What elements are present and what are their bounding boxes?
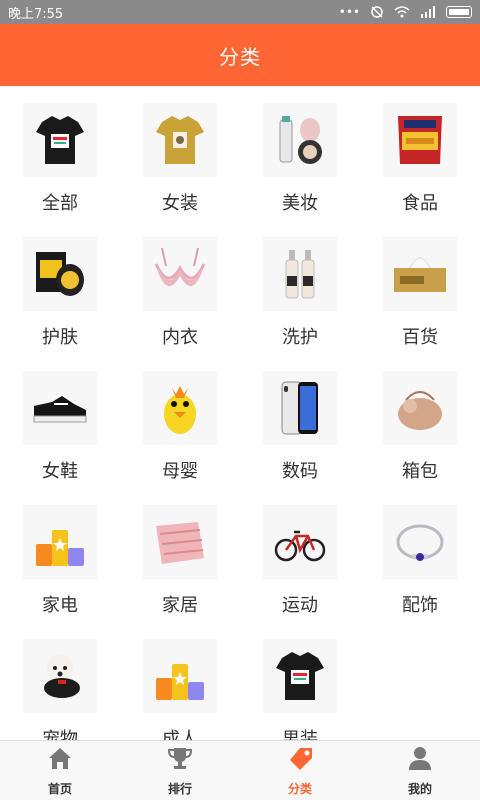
more-dots-icon: ••• — [338, 5, 360, 19]
status-bar: 晚上7:55 ••• — [0, 0, 480, 24]
comforter-icon — [143, 505, 217, 579]
tab-tag[interactable]: 分类 — [240, 741, 360, 800]
duck-bottle-icon — [143, 371, 217, 445]
category-label: 全部 — [42, 193, 78, 214]
category-item[interactable]: 宠物 — [0, 622, 120, 740]
tab-home[interactable]: 首页 — [0, 741, 120, 800]
tshirt-black-icon — [23, 103, 97, 177]
tab-label: 排行 — [167, 782, 192, 796]
smartphone-icon — [263, 371, 337, 445]
status-icons: ••• — [339, 5, 472, 19]
bicycle-icon — [263, 505, 337, 579]
category-item[interactable]: 护肤 — [0, 220, 120, 354]
category-item[interactable]: 家电 — [0, 488, 120, 622]
bra-icon — [143, 237, 217, 311]
category-item[interactable]: 男装 — [240, 622, 360, 740]
category-item[interactable]: 女装 — [120, 86, 240, 220]
tissue-box-icon — [383, 237, 457, 311]
category-item[interactable]: 百货 — [360, 220, 480, 354]
category-item[interactable]: 家居 — [120, 488, 240, 622]
tab-user[interactable]: 我的 — [360, 741, 480, 800]
category-label: 美妆 — [282, 193, 318, 214]
user-icon — [406, 744, 434, 776]
skincare-mask-icon — [23, 237, 97, 311]
home-icon — [46, 744, 74, 776]
fur-bag-icon — [383, 371, 457, 445]
category-item[interactable]: 成人 — [120, 622, 240, 740]
app-header: 分类 — [0, 24, 480, 86]
tag-icon — [286, 744, 314, 776]
bracelet-icon — [383, 505, 457, 579]
category-label: 箱包 — [402, 461, 438, 482]
category-label: 母婴 — [162, 461, 198, 482]
trophy-icon — [166, 744, 194, 776]
category-label: 数码 — [282, 461, 318, 482]
category-item[interactable]: 女鞋 — [0, 354, 120, 488]
category-item[interactable]: 母婴 — [120, 354, 240, 488]
category-label: 家电 — [42, 595, 78, 616]
podium-blocks-icon — [143, 639, 217, 713]
tshirt-mustard-icon — [143, 103, 217, 177]
tab-trophy[interactable]: 排行 — [120, 741, 240, 800]
dog-icon — [23, 639, 97, 713]
shampoo-bottles-icon — [263, 237, 337, 311]
category-item[interactable]: 运动 — [240, 488, 360, 622]
page-title: 分类 — [219, 44, 261, 69]
podium-blocks-icon — [23, 505, 97, 579]
battery-icon — [446, 6, 472, 18]
category-label: 成人 — [162, 729, 198, 740]
category-item[interactable]: 数码 — [240, 354, 360, 488]
wifi-icon — [394, 6, 410, 18]
signal-icon — [421, 6, 435, 18]
category-label: 女鞋 — [42, 461, 78, 482]
category-item[interactable]: 食品 — [360, 86, 480, 220]
category-item[interactable]: 配饰 — [360, 488, 480, 622]
status-time: 晚上7:55 — [8, 6, 64, 22]
category-label: 洗护 — [282, 327, 318, 348]
category-item[interactable]: 内衣 — [120, 220, 240, 354]
category-label: 护肤 — [42, 327, 78, 348]
snack-bag-icon — [383, 103, 457, 177]
category-item[interactable]: 美妆 — [240, 86, 360, 220]
category-label: 家居 — [162, 595, 198, 616]
bottom-tab-bar: 首页 排行 分类 我的 — [0, 740, 480, 800]
sneaker-icon — [23, 371, 97, 445]
category-item[interactable]: 洗护 — [240, 220, 360, 354]
tshirt-black-icon — [263, 639, 337, 713]
category-label: 女装 — [162, 193, 198, 214]
category-label: 男装 — [282, 729, 318, 740]
tab-label: 分类 — [287, 782, 312, 796]
category-item[interactable]: 箱包 — [360, 354, 480, 488]
category-label: 食品 — [402, 193, 438, 214]
tab-label: 我的 — [407, 782, 432, 796]
alarm-off-icon — [371, 6, 383, 18]
category-label: 运动 — [282, 595, 318, 616]
tab-label: 首页 — [47, 782, 72, 796]
category-grid: 全部 女装 美妆 食品护肤 内衣 洗护 百货女鞋 母婴 数码 箱包家电 家居 运动 配饰宠物 成人 男装 — [0, 86, 480, 740]
category-label: 内衣 — [162, 327, 198, 348]
cosmetics-icon — [263, 103, 337, 177]
category-label: 宠物 — [42, 729, 78, 740]
category-item[interactable]: 全部 — [0, 86, 120, 220]
category-label: 配饰 — [402, 595, 438, 616]
category-label: 百货 — [402, 327, 438, 348]
